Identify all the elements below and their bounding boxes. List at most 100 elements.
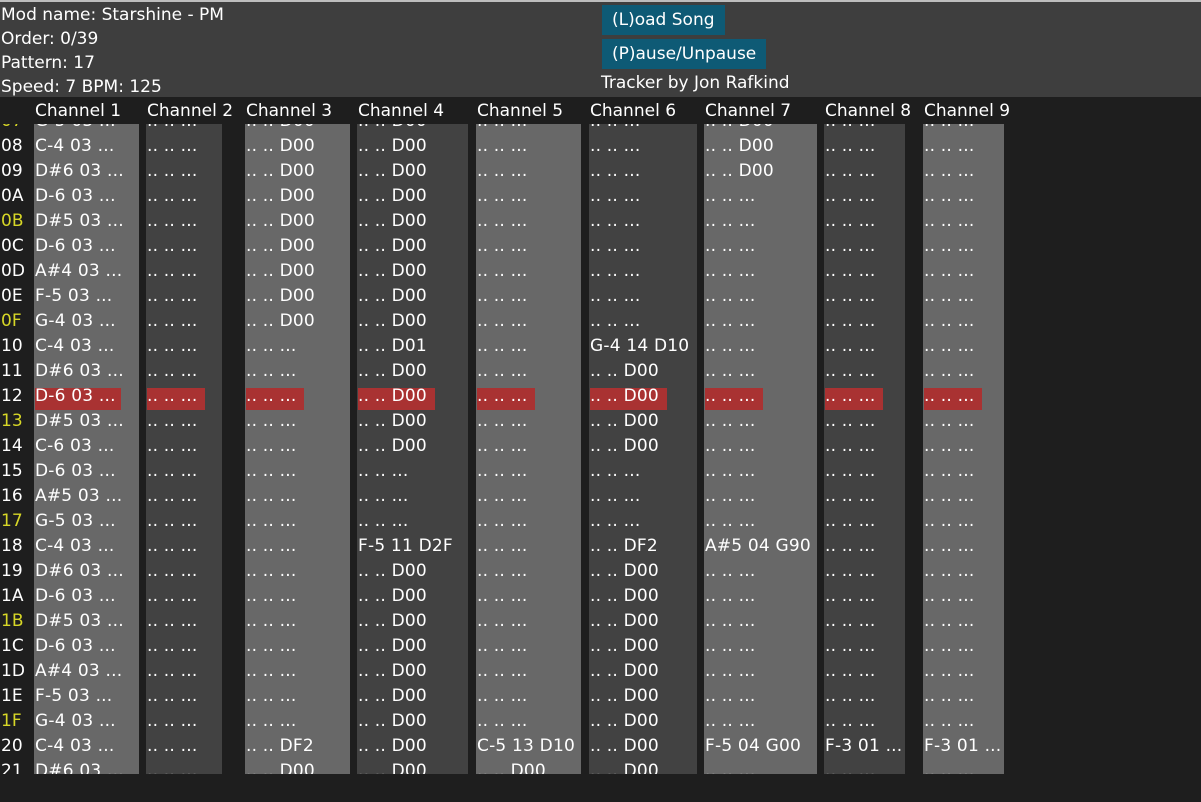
note-cell-channel-2[interactable]: .. .. ... xyxy=(147,709,197,734)
note-cell-channel-6[interactable]: .. .. ... xyxy=(590,124,640,134)
note-cell-channel-3[interactable]: .. .. ... xyxy=(246,334,296,359)
note-cell-channel-5[interactable]: .. .. ... xyxy=(477,484,527,509)
note-cell-channel-1[interactable]: C-4 03 ... xyxy=(35,134,114,159)
note-cell-channel-4[interactable]: .. .. ... xyxy=(358,509,408,534)
note-cell-channel-6[interactable]: .. .. ... xyxy=(590,159,640,184)
note-cell-channel-5[interactable]: .. .. ... xyxy=(477,359,527,384)
note-cell-channel-6[interactable]: .. .. D00 xyxy=(590,409,659,434)
note-cell-channel-8[interactable]: .. .. ... xyxy=(825,134,875,159)
note-cell-channel-1[interactable]: C-6 03 ... xyxy=(35,434,114,459)
note-cell-channel-1[interactable]: D#6 03 ... xyxy=(35,159,124,184)
note-cell-channel-2[interactable]: .. .. ... xyxy=(147,734,197,759)
note-cell-channel-2[interactable]: .. .. ... xyxy=(147,609,197,634)
note-cell-channel-4[interactable]: .. .. D00 xyxy=(358,559,427,584)
note-cell-channel-7[interactable]: .. .. ... xyxy=(705,509,755,534)
note-cell-channel-5[interactable]: .. .. ... xyxy=(477,534,527,559)
note-cell-channel-9[interactable]: .. .. ... xyxy=(924,709,974,734)
note-cell-channel-4[interactable]: .. .. D00 xyxy=(358,409,427,434)
note-cell-channel-4[interactable]: .. .. D01 xyxy=(358,334,427,359)
note-cell-channel-2[interactable]: .. .. ... xyxy=(147,684,197,709)
note-cell-channel-1[interactable]: C-4 03 ... xyxy=(35,534,114,559)
note-cell-channel-2[interactable]: .. .. ... xyxy=(147,534,197,559)
note-cell-channel-8[interactable]: .. .. ... xyxy=(825,284,875,309)
note-cell-channel-9[interactable]: .. .. ... xyxy=(924,459,974,484)
note-cell-channel-3[interactable]: .. .. ... xyxy=(246,709,296,734)
note-cell-channel-1[interactable]: D#6 03 ... xyxy=(35,559,124,584)
note-cell-channel-6[interactable]: .. .. D00 xyxy=(590,684,659,709)
note-cell-channel-1[interactable]: C-4 03 ... xyxy=(35,334,114,359)
note-cell-channel-2[interactable]: .. .. ... xyxy=(147,759,197,774)
note-cell-channel-2[interactable]: .. .. ... xyxy=(147,434,197,459)
note-cell-channel-8[interactable]: .. .. ... xyxy=(825,634,875,659)
note-cell-channel-7[interactable]: .. .. ... xyxy=(705,309,755,334)
note-cell-channel-1[interactable]: D-6 03 ... xyxy=(35,459,116,484)
note-cell-channel-1[interactable]: A#4 03 ... xyxy=(35,259,122,284)
note-cell-channel-6[interactable]: .. .. D00 xyxy=(590,434,659,459)
note-cell-channel-3[interactable]: .. .. ... xyxy=(246,409,296,434)
note-cell-channel-1[interactable]: D-6 03 ... xyxy=(35,234,116,259)
note-cell-channel-8[interactable]: .. .. ... xyxy=(825,309,875,334)
note-cell-channel-4[interactable]: .. .. D00 xyxy=(358,434,427,459)
note-cell-channel-4[interactable]: .. .. D00 xyxy=(358,124,427,134)
note-cell-channel-5[interactable]: .. .. ... xyxy=(477,609,527,634)
note-cell-channel-7[interactable]: A#5 04 G90 xyxy=(705,534,811,559)
note-cell-channel-8[interactable]: .. .. ... xyxy=(825,159,875,184)
note-cell-channel-9[interactable]: .. .. ... xyxy=(924,184,974,209)
note-cell-channel-7[interactable]: .. .. ... xyxy=(705,334,755,359)
note-cell-channel-5[interactable]: .. .. ... xyxy=(477,584,527,609)
note-cell-channel-7[interactable]: .. .. D00 xyxy=(705,134,774,159)
note-cell-channel-9[interactable]: .. .. ... xyxy=(924,634,974,659)
note-cell-channel-4[interactable]: .. .. D00 xyxy=(358,734,427,759)
note-cell-channel-9[interactable]: .. .. ... xyxy=(924,359,974,384)
note-cell-channel-9[interactable]: .. .. ... xyxy=(924,759,974,774)
note-cell-channel-9[interactable]: .. .. ... xyxy=(924,159,974,184)
note-cell-channel-6[interactable]: .. .. ... xyxy=(590,509,640,534)
note-cell-channel-1[interactable]: D-6 03 ... xyxy=(35,584,116,609)
note-cell-channel-4[interactable]: .. .. D00 xyxy=(358,259,427,284)
note-cell-channel-5[interactable]: .. .. ... xyxy=(477,634,527,659)
note-cell-channel-3[interactable]: .. .. ... xyxy=(246,384,296,409)
note-cell-channel-9[interactable]: .. .. ... xyxy=(924,309,974,334)
note-cell-channel-3[interactable]: .. .. D00 xyxy=(246,209,315,234)
note-cell-channel-6[interactable]: .. .. D00 xyxy=(590,559,659,584)
note-cell-channel-4[interactable]: .. .. D00 xyxy=(358,659,427,684)
note-cell-channel-2[interactable]: .. .. ... xyxy=(147,259,197,284)
note-cell-channel-6[interactable]: .. .. ... xyxy=(590,259,640,284)
note-cell-channel-6[interactable]: .. .. ... xyxy=(590,284,640,309)
note-cell-channel-8[interactable]: .. .. ... xyxy=(825,609,875,634)
note-cell-channel-4[interactable]: .. .. ... xyxy=(358,459,408,484)
note-cell-channel-6[interactable]: .. .. ... xyxy=(590,309,640,334)
note-cell-channel-9[interactable]: .. .. ... xyxy=(924,259,974,284)
note-cell-channel-7[interactable]: F-5 04 G00 xyxy=(705,734,801,759)
note-cell-channel-6[interactable]: .. .. D00 xyxy=(590,759,659,774)
note-cell-channel-5[interactable]: .. .. ... xyxy=(477,284,527,309)
note-cell-channel-2[interactable]: .. .. ... xyxy=(147,309,197,334)
note-cell-channel-8[interactable]: .. .. ... xyxy=(825,484,875,509)
note-cell-channel-6[interactable]: .. .. ... xyxy=(590,459,640,484)
note-cell-channel-8[interactable]: .. .. ... xyxy=(825,384,875,409)
note-cell-channel-6[interactable]: .. .. ... xyxy=(590,184,640,209)
note-cell-channel-3[interactable]: .. .. D00 xyxy=(246,259,315,284)
note-cell-channel-4[interactable]: .. .. D00 xyxy=(358,234,427,259)
note-cell-channel-7[interactable]: .. .. D00 xyxy=(705,159,774,184)
note-cell-channel-8[interactable]: .. .. ... xyxy=(825,759,875,774)
note-cell-channel-5[interactable]: .. .. ... xyxy=(477,159,527,184)
note-cell-channel-7[interactable]: .. .. ... xyxy=(705,409,755,434)
note-cell-channel-8[interactable]: .. .. ... xyxy=(825,209,875,234)
note-cell-channel-5[interactable]: .. .. ... xyxy=(477,184,527,209)
note-cell-channel-5[interactable]: .. .. ... xyxy=(477,709,527,734)
note-cell-channel-5[interactable]: C-5 13 D10 xyxy=(477,734,575,759)
note-cell-channel-6[interactable]: .. .. ... xyxy=(590,484,640,509)
note-cell-channel-5[interactable]: .. .. ... xyxy=(477,134,527,159)
note-cell-channel-6[interactable]: .. .. ... xyxy=(590,234,640,259)
note-cell-channel-5[interactable]: .. .. ... xyxy=(477,234,527,259)
note-cell-channel-2[interactable]: .. .. ... xyxy=(147,559,197,584)
note-cell-channel-5[interactable]: .. .. ... xyxy=(477,459,527,484)
note-cell-channel-9[interactable]: .. .. ... xyxy=(924,534,974,559)
note-cell-channel-1[interactable]: D#6 03 ... xyxy=(35,759,124,774)
note-cell-channel-4[interactable]: .. .. D00 xyxy=(358,309,427,334)
note-cell-channel-1[interactable]: G-4 03 ... xyxy=(35,309,116,334)
note-cell-channel-9[interactable]: .. .. ... xyxy=(924,124,974,134)
note-cell-channel-3[interactable]: .. .. ... xyxy=(246,684,296,709)
note-cell-channel-7[interactable]: .. .. ... xyxy=(705,384,755,409)
